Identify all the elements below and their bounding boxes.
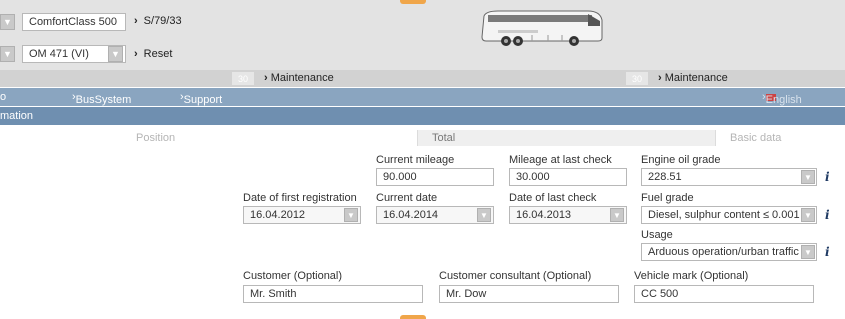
engine-value: OM 471 (VI)	[29, 48, 89, 60]
maintenance-left-label: Maintenance	[270, 72, 334, 84]
current-date-dropdown-arrow-icon[interactable]: ▼	[477, 208, 491, 222]
usage-select[interactable]: Arduous operation/urban traffic	[641, 243, 817, 261]
engine-dropdown-arrow-icon[interactable]: ▼	[108, 46, 123, 62]
first-registration-value: 16.04.2012	[250, 209, 306, 221]
fuel-grade-value: Diesel, sulphur content ≤ 0.001 %	[648, 209, 813, 221]
chevron-right-icon: ›	[658, 72, 662, 84]
model-prefix-dropdown[interactable]: ▼	[0, 14, 15, 30]
nav-item-bussystem[interactable]: › BusSystem	[72, 91, 131, 106]
engine-prefix-dropdown[interactable]: ▼	[0, 46, 15, 62]
usage-info-icon[interactable]: i	[825, 245, 830, 259]
chevron-right-icon: ›	[134, 48, 138, 60]
usage-label: Usage	[641, 229, 673, 241]
consultant-field[interactable]: Mr. Dow	[439, 285, 619, 303]
mileage-last-check-label: Mileage at last check	[509, 154, 612, 166]
last-check-dropdown-arrow-icon[interactable]: ▼	[610, 208, 624, 222]
usage-dropdown-arrow-icon[interactable]: ▼	[801, 245, 815, 259]
nav-bussystem-label: BusSystem	[75, 94, 132, 106]
current-mileage-field[interactable]: 90.000	[376, 168, 494, 186]
section-title: mation	[0, 110, 34, 122]
usage-value: Arduous operation/urban traffic	[648, 246, 799, 258]
maintenance-left-number: 30	[232, 72, 254, 85]
consultant-label: Customer consultant (Optional)	[439, 270, 592, 282]
vehicle-model-value: ComfortClass 500	[29, 16, 118, 28]
last-check-label: Date of last check	[509, 192, 597, 204]
vehicle-code-text: S/79/33	[143, 15, 182, 27]
vehicle-mark-field[interactable]: CC 500	[634, 285, 814, 303]
chevron-right-icon: ›	[264, 72, 268, 84]
customer-value: Mr. Smith	[250, 288, 297, 300]
tab-position[interactable]: Position	[120, 130, 418, 146]
maintenance-right-label: Maintenance	[664, 72, 728, 84]
customer-label: Customer (Optional)	[243, 270, 343, 282]
fuel-grade-label: Fuel grade	[641, 192, 694, 204]
vehicle-model-select[interactable]: ComfortClass 500	[22, 13, 126, 31]
tab-basic-data-label: Basic data	[730, 132, 782, 144]
nav-support-label: Support	[183, 94, 223, 106]
current-mileage-value: 90.000	[383, 171, 417, 183]
fuel-grade-select[interactable]: Diesel, sulphur content ≤ 0.001 %	[641, 206, 817, 224]
engine-oil-info-icon[interactable]: i	[825, 170, 830, 184]
main-nav-bar: o › BusSystem › Support › English	[0, 88, 845, 106]
vehicle-code-link[interactable]: › S/79/33	[134, 15, 182, 27]
first-registration-label: Date of first registration	[243, 192, 357, 204]
current-mileage-label: Current mileage	[376, 154, 455, 166]
top-toolbar	[0, 0, 845, 70]
vehicle-mark-label: Vehicle mark (Optional)	[634, 270, 749, 282]
last-check-value: 16.04.2013	[516, 209, 572, 221]
tab-total-label: Total	[432, 132, 456, 144]
section-title-bar: mation	[0, 107, 845, 125]
tab-total[interactable]: Total	[418, 130, 716, 146]
nav-language-label: English	[765, 94, 802, 106]
reset-label: Reset	[143, 48, 173, 60]
tabs-bar: Position Total Basic data	[0, 130, 845, 146]
nav-item-left[interactable]: o	[0, 91, 6, 103]
consultant-value: Mr. Dow	[446, 288, 487, 300]
tab-basic-data[interactable]: Basic data	[716, 130, 845, 146]
nav-language[interactable]: › English	[762, 91, 802, 106]
vehicle-mark-value: CC 500	[641, 288, 679, 300]
engine-oil-grade-label: Engine oil grade	[641, 154, 721, 166]
reset-link[interactable]: › Reset	[134, 48, 172, 60]
top-collapse-handle[interactable]	[400, 0, 426, 4]
engine-oil-dropdown-arrow-icon[interactable]: ▼	[801, 170, 815, 184]
maintenance-right-number: 30	[626, 72, 648, 85]
mileage-last-check-field[interactable]: 30.000	[509, 168, 627, 186]
fuel-grade-info-icon[interactable]: i	[825, 208, 830, 222]
maintenance-left-link[interactable]: › Maintenance	[264, 72, 334, 84]
first-registration-dropdown-arrow-icon[interactable]: ▼	[344, 208, 358, 222]
bottom-collapse-handle[interactable]	[400, 315, 426, 319]
bus-icon	[481, 10, 603, 46]
maintenance-right-link[interactable]: › Maintenance	[658, 72, 728, 84]
engine-oil-grade-value: 228.51	[648, 171, 682, 183]
maintenance-bar: 30 › Maintenance 30 › Maintenance	[0, 70, 845, 87]
current-date-value: 16.04.2014	[383, 209, 439, 221]
fuel-grade-dropdown-arrow-icon[interactable]: ▼	[801, 208, 815, 222]
engine-oil-grade-select[interactable]: 228.51	[641, 168, 817, 186]
tab-position-label: Position	[136, 132, 176, 144]
customer-field[interactable]: Mr. Smith	[243, 285, 423, 303]
chevron-right-icon: ›	[134, 15, 138, 27]
current-date-label: Current date	[376, 192, 438, 204]
mileage-last-check-value: 30.000	[516, 171, 550, 183]
nav-item-support[interactable]: › Support	[180, 91, 222, 106]
